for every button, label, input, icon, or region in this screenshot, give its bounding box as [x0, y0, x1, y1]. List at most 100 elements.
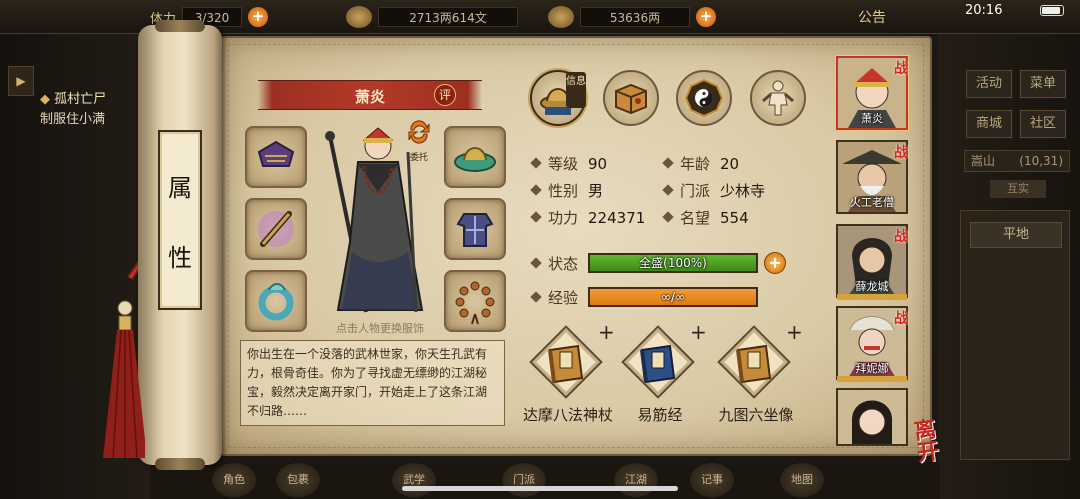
- skill-name: 九图六坐像: [718, 406, 794, 424]
- equip-slot-ring[interactable]: [245, 270, 307, 332]
- location-name: 嵩山: [971, 154, 996, 168]
- power-value: 224371: [588, 209, 646, 227]
- community-button[interactable]: 社区: [1020, 110, 1066, 138]
- menu-button[interactable]: 菜单: [1020, 70, 1066, 98]
- nav-bag[interactable]: 包裹: [276, 463, 320, 497]
- shop-button[interactable]: 商城: [966, 110, 1012, 138]
- stat-gender: 性别男: [530, 180, 604, 201]
- equip-slot-armor[interactable]: [444, 198, 506, 260]
- rate-button[interactable]: 评: [434, 84, 456, 106]
- bagua-icon: [684, 78, 724, 118]
- map-scroll-icon: [615, 83, 647, 115]
- skill-add-icon[interactable]: +: [598, 320, 615, 344]
- tassel-decoration: [103, 300, 145, 459]
- state-label: 状态: [548, 255, 579, 273]
- add-stamina-button[interactable]: +: [248, 7, 269, 27]
- portrait-swordswoman: [838, 390, 906, 444]
- stat-level: 等级 90: [530, 153, 608, 174]
- fame-label: 名望: [680, 209, 711, 227]
- silver-icon: [346, 6, 372, 28]
- gender-value: 男: [588, 182, 604, 200]
- quest-title: 孤村亡尸: [54, 92, 107, 107]
- body-meridian-icon: [762, 80, 794, 116]
- skill-book-icon: [640, 344, 676, 384]
- gender-label: 性别: [548, 182, 579, 200]
- armor-icon: [456, 213, 494, 247]
- character-figure[interactable]: [318, 122, 438, 317]
- party-name: 薛龙城: [855, 280, 889, 293]
- skill-add-icon[interactable]: +: [690, 320, 707, 344]
- power-label: 功力: [548, 209, 579, 227]
- equip-slot-weapon[interactable]: [245, 198, 307, 260]
- location-sub[interactable]: 互实: [990, 180, 1046, 198]
- stat-power: 功力 224371: [530, 207, 646, 228]
- attribute-title-plaque: 属 性: [158, 130, 202, 310]
- skill-add-icon[interactable]: +: [786, 320, 803, 344]
- plaque-char-1: 属: [168, 173, 192, 202]
- nav-world[interactable]: 江湖: [614, 463, 658, 497]
- party-name: 火工老僧: [850, 196, 894, 209]
- expand-arrow-icon[interactable]: ▶: [8, 66, 34, 96]
- quest-tracker[interactable]: ◆ 孤村亡尸 制服住小满: [40, 90, 106, 130]
- nav-journal[interactable]: 记事: [690, 463, 734, 497]
- equip-slot-shoulder[interactable]: [245, 126, 307, 188]
- terrain-plain[interactable]: 平地: [970, 222, 1062, 248]
- silver-value: 2713两614文: [378, 7, 518, 27]
- silver-display: 2713两614文: [346, 6, 518, 28]
- notice-button[interactable]: 公告: [858, 7, 886, 27]
- level-value: 90: [588, 155, 608, 173]
- change-outfit-hint: 点击人物更换服饰: [336, 322, 424, 335]
- gold-value: 53636两: [580, 7, 690, 27]
- fame-value: 554: [720, 209, 749, 227]
- location-coords: (10,31): [1019, 154, 1063, 168]
- tab-map[interactable]: [603, 70, 659, 126]
- exp-label: 经验: [548, 289, 579, 307]
- skill-book-icon: [548, 344, 584, 384]
- age-label: 年龄: [680, 155, 711, 173]
- shoulder-armor-icon: [257, 140, 295, 167]
- state-row: 状态: [530, 253, 579, 274]
- stat-sect: 门派 少林寺: [662, 180, 766, 201]
- equip-slot-hat[interactable]: [444, 126, 506, 188]
- location-display: 嵩山 (10,31): [964, 150, 1070, 172]
- party-name: 拜妮娜: [855, 362, 889, 375]
- party-hp-strip: [837, 294, 907, 300]
- stat-age: 年龄 20: [662, 153, 739, 174]
- stat-fame: 名望 554: [662, 207, 749, 228]
- state-bar-text: 全盛(100%): [639, 256, 707, 270]
- home-indicator[interactable]: [402, 486, 678, 491]
- tab-meridian[interactable]: [750, 70, 806, 126]
- skill-book-icon: [736, 344, 772, 384]
- sect-value: 少林寺: [720, 182, 766, 200]
- state-bar: 全盛(100%): [588, 253, 758, 273]
- party-name: 萧炎: [861, 112, 883, 125]
- nav-role[interactable]: 角色: [212, 463, 256, 497]
- nav-skill[interactable]: 武学: [392, 463, 436, 497]
- rod-cap-top: [155, 20, 205, 32]
- nav-sect[interactable]: 门派: [502, 463, 546, 497]
- level-label: 等级: [548, 155, 579, 173]
- character-bio: 你出生在一个没落的武林世家，你天生孔武有力，根骨奇佳。你为了寻找虚无缥缈的江湖秘…: [240, 340, 505, 426]
- leave-label: 离开: [912, 416, 941, 467]
- leave-button[interactable]: 离开: [912, 415, 964, 471]
- add-gold-button[interactable]: +: [696, 7, 716, 27]
- battle-tag-4: 战: [894, 311, 908, 327]
- gold-display: 53636两 +: [548, 6, 716, 28]
- battle-tag-1: 战: [894, 61, 908, 77]
- tab-bagua[interactable]: [676, 70, 732, 126]
- battle-tag-3: 战: [894, 229, 908, 245]
- gold-ingot-icon: [548, 6, 574, 28]
- flute-weapon-icon: [258, 211, 294, 247]
- jade-ring-icon: [258, 283, 294, 321]
- sect-label: 门派: [680, 182, 711, 200]
- clock: 20:16: [965, 3, 1003, 18]
- plaque-char-2: 性: [168, 243, 192, 272]
- exp-row: 经验: [530, 287, 579, 308]
- battle-tag-2: 战: [894, 145, 908, 161]
- exp-bar-text: ∞/∞: [660, 290, 686, 304]
- restore-state-button[interactable]: +: [764, 252, 786, 274]
- activity-button[interactable]: 活动: [966, 70, 1012, 98]
- party-member-5[interactable]: [836, 388, 908, 446]
- exp-bar: ∞/∞: [588, 287, 758, 307]
- nav-map[interactable]: 地图: [780, 463, 824, 497]
